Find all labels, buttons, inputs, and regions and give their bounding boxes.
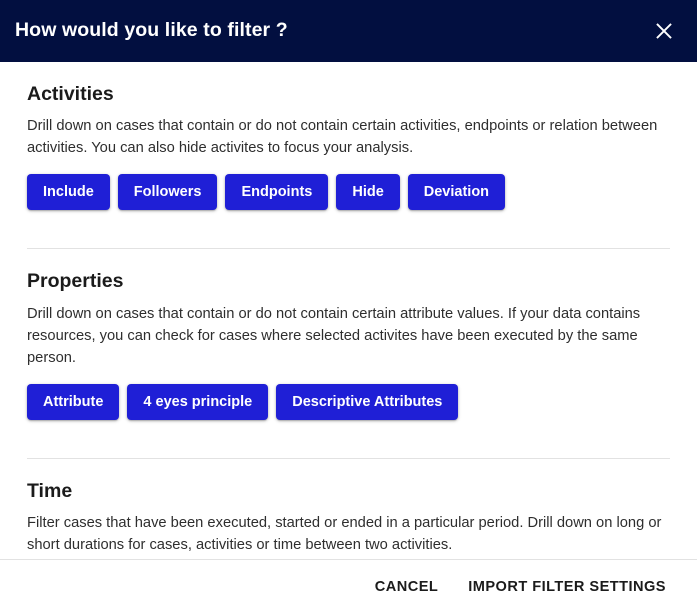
filter-dialog: How would you like to filter ? Activitie…: [0, 0, 697, 613]
filter-button-descriptive-attributes[interactable]: Descriptive Attributes: [276, 383, 459, 420]
section-activities: Activities Drill down on cases that cont…: [27, 62, 670, 228]
import-filter-settings-button[interactable]: IMPORT FILTER SETTINGS: [466, 572, 668, 602]
button-row-properties: Attribute 4 eyes principle Descriptive A…: [27, 383, 670, 438]
section-heading-activities: Activities: [27, 83, 114, 105]
close-icon: [654, 21, 674, 41]
filter-button-followers[interactable]: Followers: [117, 174, 218, 211]
filter-button-endpoints[interactable]: Endpoints: [225, 174, 329, 211]
dialog-footer: CANCEL IMPORT FILTER SETTINGS: [0, 559, 697, 613]
section-description-activities: Drill down on cases that contain or do n…: [27, 118, 658, 157]
button-row-activities: Include Followers Endpoints Hide Deviati…: [27, 174, 670, 228]
section-description-properties: Drill down on cases that contain or do n…: [27, 305, 641, 366]
filter-button-include[interactable]: Include: [27, 174, 110, 211]
filter-button-attribute[interactable]: Attribute: [27, 383, 120, 420]
dialog-header: How would you like to filter ?: [0, 0, 697, 62]
section-time: Time Filter cases that have been execute…: [27, 457, 670, 559]
filter-button-4-eyes-principle[interactable]: 4 eyes principle: [127, 383, 269, 420]
dialog-body: Activities Drill down on cases that cont…: [0, 62, 697, 559]
section-description-time: Filter cases that have been executed, st…: [27, 515, 662, 554]
section-heading-time: Time: [27, 479, 73, 502]
page-title: How would you like to filter ?: [15, 19, 288, 42]
filter-button-deviation[interactable]: Deviation: [407, 174, 506, 211]
filter-button-hide[interactable]: Hide: [336, 174, 400, 211]
cancel-button[interactable]: CANCEL: [373, 572, 441, 602]
section-heading-properties: Properties: [27, 270, 124, 293]
close-button[interactable]: [649, 16, 679, 46]
section-properties: Properties Drill down on cases that cont…: [27, 248, 670, 437]
